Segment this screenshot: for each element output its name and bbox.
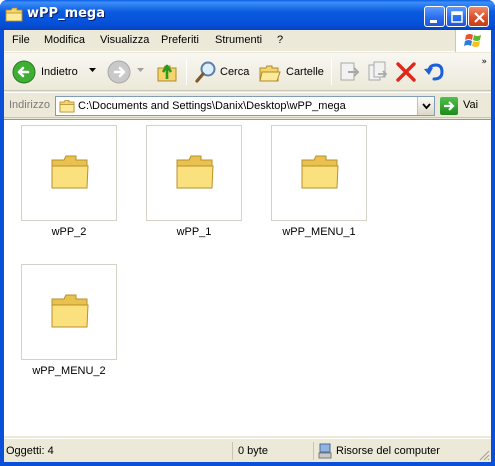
total-size: 0 byte [238, 445, 268, 457]
back-button[interactable]: Indietro [9, 57, 99, 87]
folder-icon [5, 7, 23, 22]
copy-to-icon [368, 61, 388, 81]
close-button[interactable] [468, 6, 489, 27]
up-folder-button[interactable] [154, 57, 182, 87]
undo-icon [424, 63, 444, 81]
address-dropdown-button[interactable] [417, 97, 434, 115]
folder-thumbnail [146, 125, 242, 221]
status-objects-cell: Oggetti: 4 [4, 442, 233, 460]
object-count: Oggetti: 4 [6, 445, 54, 457]
toolbar: Indietro Cerca Cartelle » [4, 53, 491, 91]
toolbar-separator [331, 59, 332, 85]
menu-modifica[interactable]: Modifica [44, 34, 85, 46]
menu-help[interactable]: ? [277, 34, 283, 46]
delete-button[interactable] [393, 57, 419, 87]
folder-icon [176, 155, 214, 189]
maximize-button[interactable] [446, 6, 467, 27]
folder-item[interactable]: wPP_1 [144, 125, 244, 245]
address-label: Indirizzo [9, 99, 50, 111]
up-folder-icon [157, 64, 177, 82]
delete-icon [396, 62, 416, 82]
menu-preferiti[interactable]: Preferiti [161, 34, 199, 46]
move-to-button[interactable] [337, 57, 363, 87]
folder-icon [51, 294, 89, 328]
go-button[interactable]: Vai [440, 97, 488, 115]
undo-button[interactable] [421, 57, 447, 87]
folder-name: wPP_MENU_2 [32, 365, 106, 377]
folders-icon [259, 65, 281, 82]
window-body: File Modifica Visualizza Preferiti Strum… [4, 30, 491, 462]
search-label: Cerca [220, 66, 250, 78]
go-arrow-icon [440, 97, 458, 115]
chevron-down-icon[interactable] [89, 68, 96, 73]
folders-button[interactable]: Cartelle [256, 57, 326, 87]
folder-thumbnail [21, 125, 117, 221]
address-bar: Indirizzo C:\Documents and Settings\Dani… [4, 92, 491, 118]
search-icon [195, 61, 216, 83]
folders-label: Cartelle [286, 66, 324, 78]
folder-icon [51, 155, 89, 189]
menu-bar: File Modifica Visualizza Preferiti Strum… [4, 30, 491, 52]
chevron-down-icon [422, 103, 431, 110]
menu-strumenti[interactable]: Strumenti [215, 34, 262, 46]
chevron-down-icon[interactable] [137, 68, 144, 73]
folder-name: wPP_2 [51, 226, 87, 238]
forward-arrow-icon [107, 60, 131, 84]
move-to-icon [340, 62, 360, 81]
maximize-icon [451, 11, 463, 23]
toolbar-overflow-icon[interactable]: » [481, 57, 487, 67]
explorer-window: wPP_mega File Modifica Visualizza Prefer… [0, 0, 495, 466]
window-title: wPP_mega [27, 6, 106, 21]
folder-item[interactable]: wPP_2 [19, 125, 119, 245]
status-zone-cell: Risorse del computer [316, 442, 476, 460]
search-button[interactable]: Cerca [192, 57, 250, 87]
folder-item[interactable]: wPP_MENU_1 [269, 125, 369, 245]
folder-item[interactable]: wPP_MENU_2 [19, 264, 119, 384]
windows-logo-icon [455, 30, 491, 52]
menu-file[interactable]: File [12, 34, 30, 46]
toolbar-separator [186, 59, 187, 85]
address-path: C:\Documents and Settings\Danix\Desktop\… [78, 100, 346, 112]
go-label: Vai [463, 99, 479, 111]
file-view[interactable]: wPP_2 wPP_1 wPP_MENU_1 wPP_MENU_2 [4, 119, 491, 436]
resize-grip-icon[interactable] [478, 449, 490, 461]
close-icon [474, 12, 485, 23]
status-size-cell: 0 byte [235, 442, 314, 460]
address-input[interactable]: C:\Documents and Settings\Danix\Desktop\… [55, 96, 435, 116]
menu-visualizza[interactable]: Visualizza [100, 34, 149, 46]
zone-label: Risorse del computer [336, 445, 440, 457]
minimize-icon [430, 20, 437, 23]
folder-thumbnail [271, 125, 367, 221]
status-bar: Oggetti: 4 0 byte Risorse del computer [4, 438, 491, 462]
folder-name: wPP_MENU_1 [282, 226, 356, 238]
folder-icon [59, 100, 75, 113]
back-label: Indietro [41, 66, 78, 78]
forward-button[interactable] [104, 57, 146, 87]
folder-name: wPP_1 [176, 226, 212, 238]
folder-icon [301, 155, 339, 189]
folder-thumbnail [21, 264, 117, 360]
title-bar[interactable]: wPP_mega [0, 0, 495, 30]
minimize-button[interactable] [424, 6, 445, 27]
computer-icon [318, 443, 332, 459]
back-arrow-icon [12, 60, 36, 84]
copy-to-button[interactable] [365, 57, 391, 87]
